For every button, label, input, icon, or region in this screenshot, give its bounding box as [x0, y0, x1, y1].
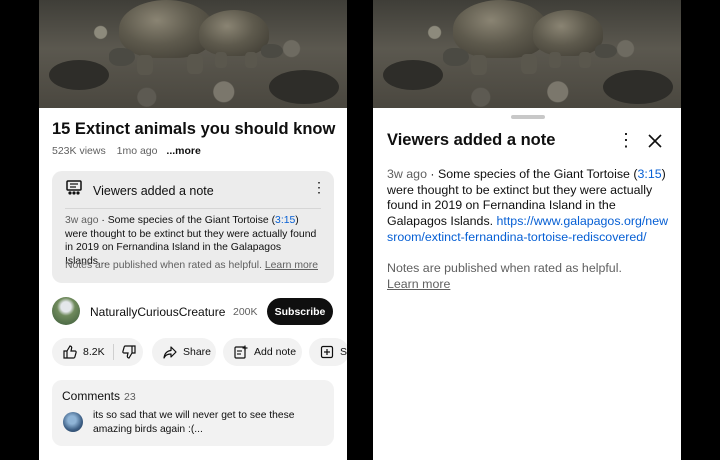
note-card-header: Viewers added a note [65, 180, 214, 201]
learn-more-link[interactable]: Learn more [265, 260, 318, 271]
sheet-drag-handle[interactable] [511, 115, 545, 119]
video-meta: 523K views 1mo ago ...more [52, 145, 201, 157]
note-timestamp-link[interactable]: 3:15 [275, 215, 295, 226]
add-note-button[interactable]: Add note [223, 338, 302, 366]
channel-avatar[interactable] [52, 297, 80, 325]
like-separator [112, 344, 114, 360]
note-card-heading: Viewers added a note [93, 183, 214, 198]
channel-name[interactable]: NaturallyCuriousCreature [90, 305, 225, 319]
save-button[interactable]: Sa [309, 338, 347, 366]
comment-count: 23 [124, 391, 136, 403]
like-count[interactable]: 8.2K [83, 346, 105, 358]
more-vert-icon[interactable]: ⋮ [312, 180, 326, 194]
sheet-note-text: 3w ago · Some species of the Giant Torto… [387, 167, 672, 246]
watch-page-screen: 15 Extinct animals you should know 523K … [39, 0, 347, 460]
note-text-start: · Some species of the Giant Tortoise ( [98, 215, 276, 226]
save-label: Sa [340, 346, 347, 358]
like-dislike-pill: 8.2K [52, 338, 143, 366]
note-card-footer: Notes are published when rated as helpfu… [65, 260, 318, 271]
video-player[interactable] [39, 0, 347, 108]
share-icon [163, 345, 177, 359]
note-time: 3w ago [65, 215, 99, 226]
video-player[interactable] [373, 0, 681, 108]
subscribe-button[interactable]: Subscribe [267, 298, 333, 325]
note-footer-text: Notes are published when rated as helpfu… [65, 260, 262, 271]
comments-title: Comments [62, 389, 121, 403]
view-count: 523K views [52, 145, 106, 157]
comments-header: Comments 23 [62, 389, 136, 403]
notes-icon [65, 180, 83, 201]
video-title: 15 Extinct animals you should know [52, 120, 336, 138]
subscriber-count: 200K [233, 306, 258, 318]
sheet-footer-text: Notes are published when rated as helpfu… [387, 261, 622, 275]
sheet-learn-more-link[interactable]: Learn more [387, 277, 450, 291]
video-tortoise [199, 10, 289, 80]
sheet-text-start: · Some species of the Giant Tortoise ( [426, 167, 638, 181]
thumb-up-icon[interactable] [63, 345, 77, 359]
note-card-divider [65, 208, 321, 209]
channel-row[interactable]: NaturallyCuriousCreature 200K Subscribe [52, 297, 334, 327]
sheet-title: Viewers added a note [387, 131, 556, 149]
video-rock [49, 60, 109, 90]
thumb-down-icon[interactable] [121, 345, 136, 359]
add-note-icon [234, 345, 248, 359]
upload-age: 1mo ago [116, 145, 158, 157]
share-label: Share [183, 346, 212, 358]
note-sheet-screen: Viewers added a note ⋮ 3w ago · Some spe… [373, 0, 681, 460]
more-vert-icon[interactable]: ⋮ [617, 131, 635, 149]
sheet-note-time: 3w ago [387, 167, 427, 181]
save-icon [320, 345, 334, 359]
video-tortoise [533, 10, 623, 80]
sheet-timestamp-link[interactable]: 3:15 [637, 167, 661, 181]
video-rock [383, 60, 443, 90]
top-comment-text: its so sad that we will never get to see… [93, 410, 295, 435]
more-link[interactable]: ...more [166, 145, 200, 157]
close-icon[interactable] [647, 133, 663, 149]
commenter-avatar [63, 412, 83, 432]
comments-section[interactable]: Comments 23 its so sad that we will never… [52, 380, 334, 446]
sheet-footer: Notes are published when rated as helpfu… [387, 261, 672, 292]
add-note-label: Add note [254, 346, 297, 358]
viewer-note-card[interactable]: Viewers added a note ⋮ 3w ago · Some spe… [52, 171, 334, 283]
share-button[interactable]: Share [152, 338, 216, 366]
